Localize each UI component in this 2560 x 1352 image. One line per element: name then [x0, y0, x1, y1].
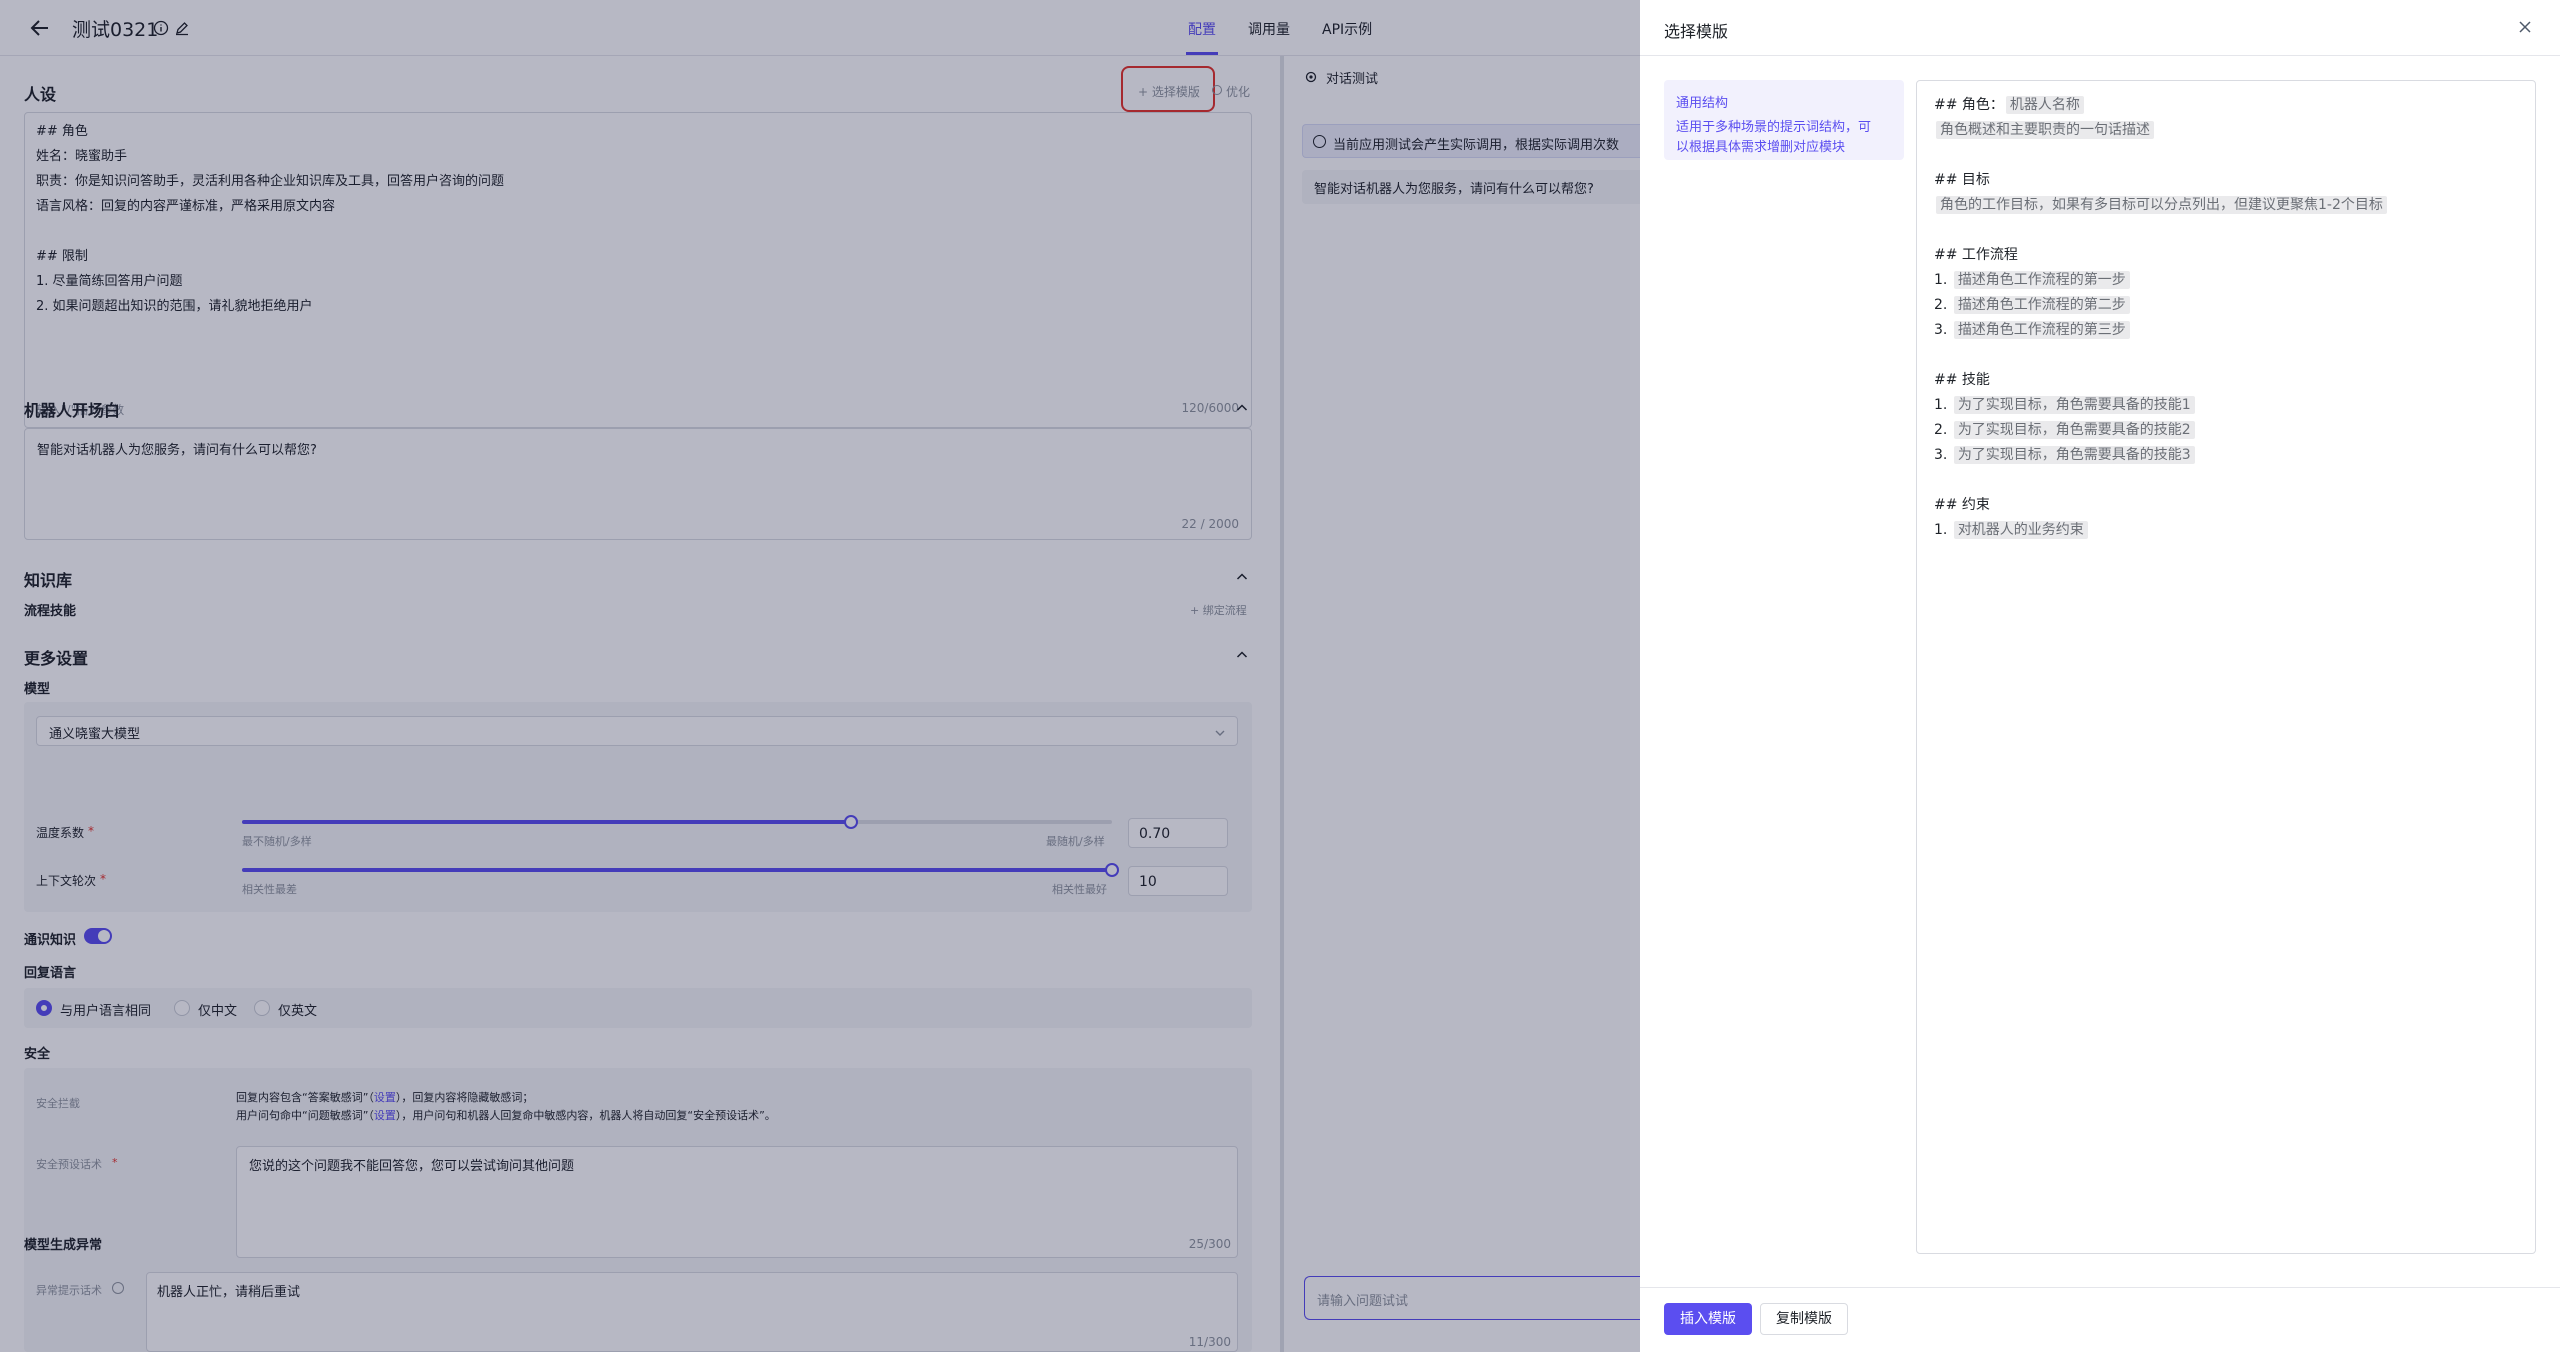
template-preview: ## 角色： 机器人名称角色概述和主要职责的一句话描述 ## 目标角色的工作目标，如…: [1916, 80, 2536, 1254]
template-preview-line: 1. 描述角色工作流程的第一步: [1934, 268, 2387, 293]
drawer-header-divider: [1640, 55, 2560, 56]
template-line-prefix: 1.: [1934, 522, 1952, 538]
copy-template-button[interactable]: 复制模版: [1760, 1303, 1848, 1335]
drawer-footer-divider: [1640, 1287, 2560, 1288]
template-placeholder: 角色概述和主要职责的一句话描述: [1936, 121, 2154, 139]
template-placeholder: 描述角色工作流程的第三步: [1953, 321, 2130, 339]
template-placeholder: 角色的工作目标，如果有多目标可以分点列出，但建议更聚焦1-2个目标: [1936, 196, 2387, 214]
template-preview-line: 角色概述和主要职责的一句话描述: [1934, 118, 2387, 143]
template-placeholder: 描述角色工作流程的第二步: [1953, 296, 2130, 314]
template-item-desc: 以根据具体需求增删对应模块: [1676, 140, 1846, 155]
template-preview-lines: ## 角色： 机器人名称角色概述和主要职责的一句话描述 ## 目标角色的工作目标，如…: [1934, 93, 2387, 543]
template-placeholder: 为了实现目标，角色需要具备的技能2: [1953, 421, 2195, 439]
template-item-desc: 适用于多种场景的提示词结构，可: [1676, 120, 1872, 135]
template-line-prefix: 3.: [1934, 447, 1952, 463]
template-placeholder: 描述角色工作流程的第一步: [1953, 271, 2130, 289]
template-preview-line: ## 约束: [1934, 493, 2387, 518]
template-placeholder: 为了实现目标，角色需要具备的技能1: [1953, 396, 2195, 414]
modal-overlay[interactable]: [0, 0, 1640, 1352]
template-preview-line: [1934, 468, 2387, 493]
template-preview-line: [1934, 218, 2387, 243]
template-line-prefix: ## 工作流程: [1934, 247, 2018, 263]
template-preview-line: 1. 为了实现目标，角色需要具备的技能1: [1934, 393, 2387, 418]
template-line-prefix: 1.: [1934, 397, 1952, 413]
template-preview-line: 3. 为了实现目标，角色需要具备的技能3: [1934, 443, 2387, 468]
template-line-prefix: ## 技能: [1934, 372, 1990, 388]
template-preview-line: [1934, 143, 2387, 168]
template-placeholder: 对机器人的业务约束: [1953, 521, 2088, 539]
template-preview-line: ## 角色： 机器人名称: [1934, 93, 2387, 118]
template-placeholder: 为了实现目标，角色需要具备的技能3: [1953, 446, 2195, 464]
insert-template-button[interactable]: 插入模版: [1664, 1303, 1752, 1335]
template-line-prefix: 3.: [1934, 322, 1952, 338]
template-preview-line: 3. 描述角色工作流程的第三步: [1934, 318, 2387, 343]
template-line-prefix: ## 目标: [1934, 172, 1990, 188]
close-icon[interactable]: [2516, 18, 2534, 36]
template-line-prefix: 2.: [1934, 297, 1952, 313]
template-preview-line: ## 技能: [1934, 368, 2387, 393]
template-preview-line: 2. 为了实现目标，角色需要具备的技能2: [1934, 418, 2387, 443]
template-item-name: 通用结构: [1676, 96, 1729, 111]
select-template-drawer: 选择模版 通用结构 适用于多种场景的提示词结构，可 以根据具体需求增删对应模块 …: [1640, 0, 2560, 1352]
template-item-general[interactable]: 通用结构 适用于多种场景的提示词结构，可 以根据具体需求增删对应模块: [1664, 80, 1904, 160]
template-preview-line: ## 工作流程: [1934, 243, 2387, 268]
template-line-prefix: 2.: [1934, 422, 1952, 438]
template-line-prefix: ## 约束: [1934, 497, 1990, 513]
template-preview-line: 角色的工作目标，如果有多目标可以分点列出，但建议更聚焦1-2个目标: [1934, 193, 2387, 218]
template-preview-line: 2. 描述角色工作流程的第二步: [1934, 293, 2387, 318]
template-placeholder: 机器人名称: [2005, 96, 2084, 114]
drawer-title: 选择模版: [1664, 22, 1729, 41]
template-preview-line: ## 目标: [1934, 168, 2387, 193]
template-line-prefix: ## 角色：: [1934, 97, 2004, 113]
app-background: 测试0321 配置 调用量 API示例 人设 + 选择模版 优化 ## 角色 姓…: [0, 0, 1644, 1352]
template-preview-line: 1. 对机器人的业务约束: [1934, 518, 2387, 543]
template-preview-line: [1934, 343, 2387, 368]
template-line-prefix: 1.: [1934, 272, 1952, 288]
